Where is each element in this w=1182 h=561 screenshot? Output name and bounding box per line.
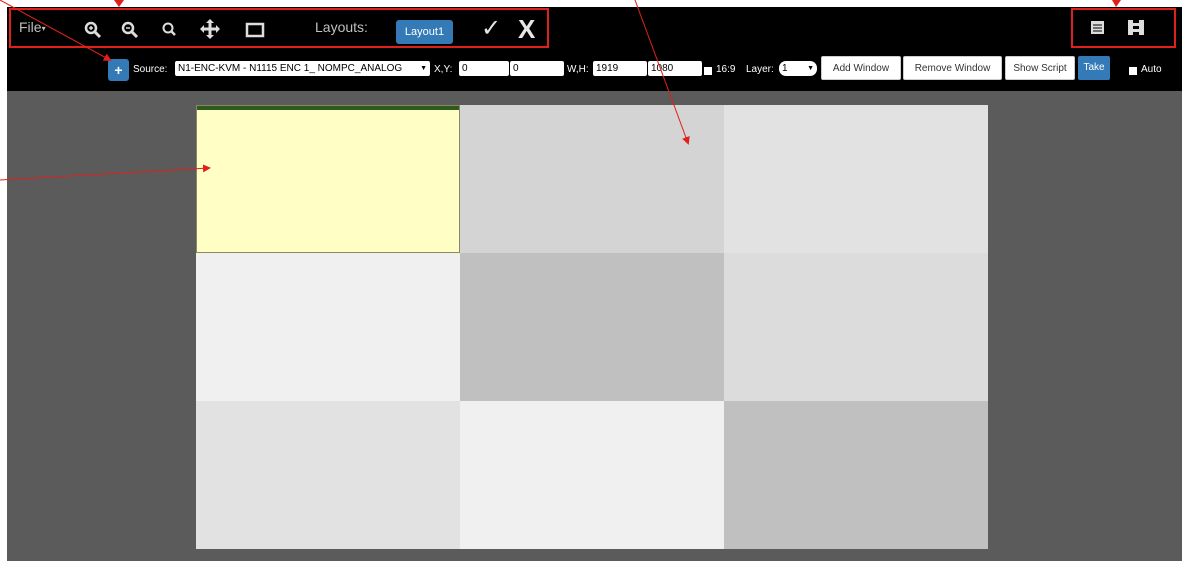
wall-cell[interactable]: [460, 401, 724, 549]
width-input[interactable]: 1919: [593, 61, 647, 76]
xy-label: X,Y:: [434, 64, 453, 75]
y-input[interactable]: 0: [510, 61, 564, 76]
window-controls-bar: + Source: N1-ENC-KVM - N1115 ENC 1_ NOMP…: [7, 51, 1182, 91]
wall-cell[interactable]: [724, 253, 988, 401]
layer-label: Layer:: [746, 64, 774, 75]
auto-label: Auto: [1141, 64, 1162, 75]
wall-cell[interactable]: [196, 105, 460, 253]
x-input[interactable]: 0: [459, 61, 509, 76]
annotation-arrowhead: [1112, 0, 1121, 7]
add-window-button[interactable]: Add Window: [821, 56, 901, 80]
wh-label: W,H:: [567, 64, 589, 75]
right-icons-highlight-box: [1071, 8, 1176, 48]
add-source-button[interactable]: +: [108, 59, 129, 81]
auto-checkbox[interactable]: [1129, 67, 1137, 75]
wall-cell[interactable]: [196, 253, 460, 401]
source-window-title: [197, 106, 459, 110]
remove-window-button[interactable]: Remove Window: [903, 56, 1002, 80]
ratio-checkbox[interactable]: [704, 67, 712, 75]
wall-cell[interactable]: [724, 401, 988, 549]
source-select[interactable]: N1-ENC-KVM - N1115 ENC 1_ NOMPC_ANALOG ▼: [175, 61, 430, 76]
layer-select[interactable]: 1 ▼: [779, 61, 817, 76]
app-frame: File▾ Layouts: Layout1 ✓ X + Source: N1-…: [7, 7, 1182, 561]
wall-cell[interactable]: [460, 253, 724, 401]
show-script-button[interactable]: Show Script: [1005, 56, 1075, 80]
ratio-label: 16:9: [716, 64, 736, 75]
chevron-down-icon: ▼: [807, 65, 814, 72]
source-label: Source:: [133, 64, 168, 75]
height-input[interactable]: 1080: [648, 61, 702, 76]
annotation-arrowhead: [114, 0, 124, 7]
toolbar-highlight-box: [9, 8, 549, 48]
wall-cell[interactable]: [460, 105, 724, 253]
source-select-value: N1-ENC-KVM - N1115 ENC 1_ NOMPC_ANALOG: [178, 63, 403, 74]
take-button[interactable]: Take: [1078, 56, 1110, 80]
chevron-down-icon: ▼: [420, 65, 427, 72]
wall-cell[interactable]: [196, 401, 460, 549]
source-window[interactable]: [196, 105, 460, 253]
page: File▾ Layouts: Layout1 ✓ X + Source: N1-…: [0, 0, 1182, 561]
video-wall-canvas[interactable]: [196, 105, 988, 549]
layer-select-value: 1: [782, 63, 788, 74]
wall-cell[interactable]: [724, 105, 988, 253]
